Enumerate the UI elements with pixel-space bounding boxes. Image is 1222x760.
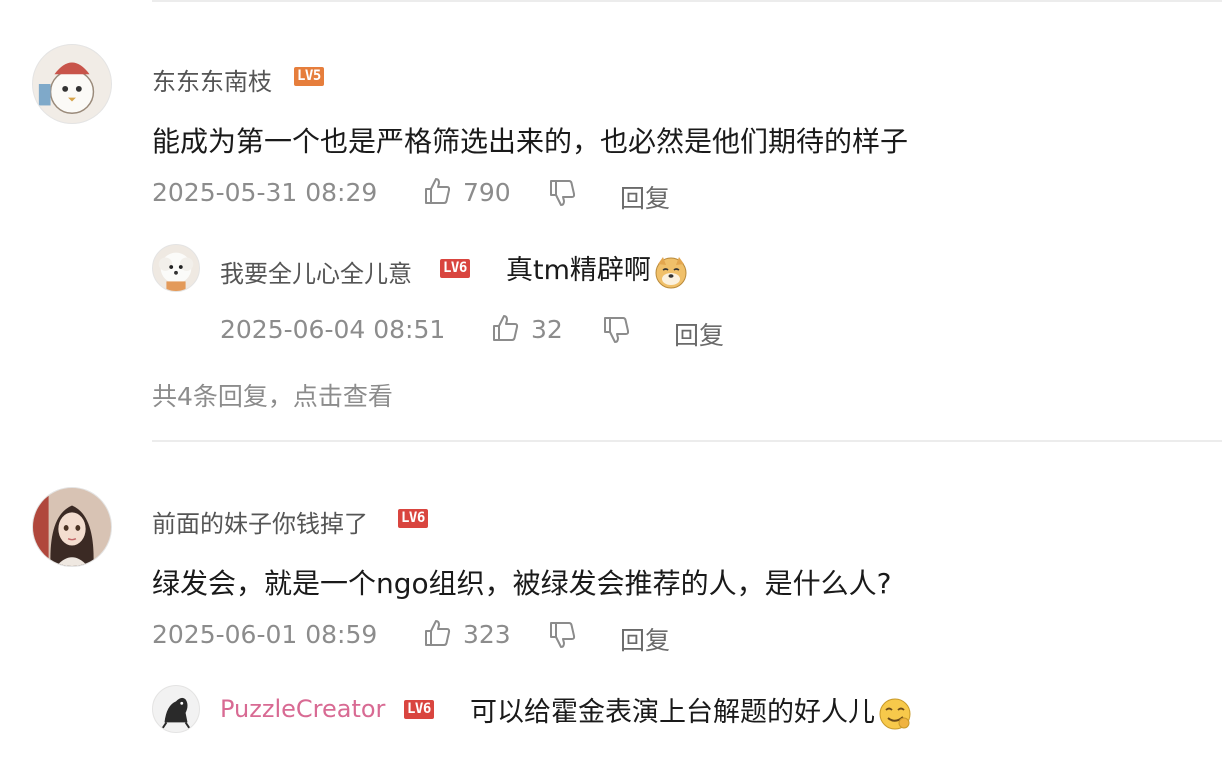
- level-badge: LV6: [440, 259, 470, 278]
- avatar-image: [33, 488, 111, 566]
- reply-button[interactable]: 回复: [674, 316, 724, 352]
- thumbs-down-icon[interactable]: [547, 178, 577, 208]
- reply-author[interactable]: PuzzleCreator: [220, 695, 385, 723]
- thumbs-up-icon[interactable]: [490, 313, 520, 343]
- reply-text-container: 可以给霍金表演上台解题的好人儿: [470, 690, 913, 732]
- view-more-replies-link[interactable]: 共4条回复，点击查看: [152, 377, 393, 413]
- avatar[interactable]: [152, 244, 200, 292]
- level-badge: LV6: [398, 509, 428, 528]
- divider-top: [152, 0, 1222, 2]
- reply-button[interactable]: 回复: [620, 621, 670, 657]
- thumbs-up-icon[interactable]: [422, 618, 452, 648]
- level-badge: LV5: [294, 67, 324, 86]
- comment-timestamp: 2025-05-31 08:29: [152, 178, 378, 207]
- reply-button[interactable]: 回复: [620, 179, 670, 215]
- avatar-image: [153, 686, 199, 732]
- avatar[interactable]: [152, 685, 200, 733]
- like-count: 323: [463, 620, 511, 649]
- thumbs-down-icon[interactable]: [601, 315, 631, 345]
- thumbs-up-icon[interactable]: [422, 176, 452, 206]
- smirk-emoji-icon: [877, 696, 913, 732]
- comment-text: 能成为第一个也是严格筛选出来的，也必然是他们期待的样子: [152, 125, 909, 158]
- avatar-image: [33, 45, 111, 123]
- avatar-image: [153, 245, 199, 291]
- comment-timestamp: 2025-06-01 08:59: [152, 620, 378, 649]
- reply-author[interactable]: 我要全儿心全儿意: [220, 254, 412, 289]
- level-badge: LV6: [404, 700, 434, 719]
- like-count: 32: [531, 315, 563, 344]
- doge-emoji-icon: [653, 254, 689, 290]
- avatar[interactable]: [32, 487, 112, 567]
- like-count: 790: [463, 178, 511, 207]
- reply-timestamp: 2025-06-04 08:51: [220, 315, 446, 344]
- divider: [152, 440, 1222, 442]
- reply-text: 真tm精辟啊: [506, 255, 651, 286]
- reply-text: 可以给霍金表演上台解题的好人儿: [470, 697, 875, 728]
- reply-text-container: 真tm精辟啊: [506, 248, 689, 290]
- comment-author[interactable]: 东东东南枝: [152, 62, 272, 97]
- thumbs-down-icon[interactable]: [547, 620, 577, 650]
- avatar[interactable]: [32, 44, 112, 124]
- comment-text: 绿发会，就是一个ngo组织，被绿发会推荐的人，是什么人?: [152, 567, 892, 600]
- comment-author[interactable]: 前面的妹子你钱掉了: [152, 504, 368, 539]
